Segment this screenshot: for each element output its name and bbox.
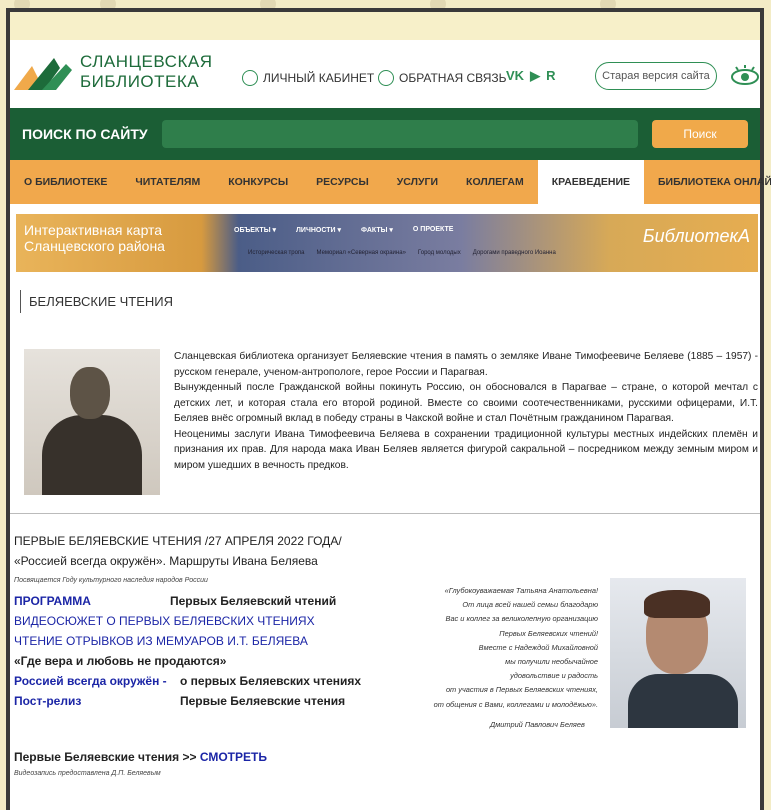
nav-local-history[interactable]: КРАЕВЕДЕНИЕ: [537, 160, 644, 204]
nav-resources[interactable]: РЕСУРСЫ: [302, 160, 383, 204]
phone-icon: [378, 70, 394, 86]
banner-menu: ОБЪЕКТЫ ▾ ЛИЧНОСТИ ▾ ФАКТЫ ▾ О ПРОЕКТЕ: [234, 226, 453, 234]
top-strip: [10, 12, 760, 40]
banner-link[interactable]: Историческая тропа: [248, 250, 305, 256]
accessibility-eye-icon[interactable]: [730, 64, 760, 86]
personal-cabinet-link[interactable]: ЛИЧНЫЙ КАБИНЕТ: [242, 70, 374, 86]
release-desc: Первые Беляевские чтения: [180, 694, 346, 708]
banner-title-line1: Интерактивная карта: [24, 222, 163, 238]
logo-icon[interactable]: [14, 56, 74, 92]
search-button[interactable]: Поиск: [652, 120, 748, 148]
banner-menu-objects[interactable]: ОБЪЕКТЫ ▾: [234, 226, 276, 234]
banner-link[interactable]: Город молодых: [418, 250, 461, 256]
portrait-body: [42, 415, 142, 495]
watch-link[interactable]: СМОТРЕТЬ: [200, 750, 267, 764]
program-desc-row: Первых Беляевский чтений: [170, 594, 336, 608]
banner-links: Историческая тропа Мемориал «Северная ок…: [248, 250, 556, 256]
quote-line: Вас и коллег за великолепную организацию: [445, 614, 598, 624]
intro-paragraph: Неоценимы заслуги Ивана Тимофеевича Беля…: [174, 428, 758, 471]
dmitry-belyaev-photo: [610, 578, 746, 728]
readings-title: ПЕРВЫЕ БЕЛЯЕВСКИЕ ЧТЕНИЯ /27 АПРЕЛЯ 2022…: [14, 534, 342, 548]
russia-desc-row: о первых Беляевских чтениях: [180, 674, 361, 688]
quote-line: от общения с Вами, коллегами и молодёжью…: [433, 699, 598, 709]
banner-brand: БиблиотекА: [642, 226, 750, 246]
logo-line2: БИБЛИОТЕКА: [80, 72, 200, 91]
rutube-icon[interactable]: R: [546, 68, 555, 84]
banner-title-line2: Сланцевского района: [24, 238, 165, 254]
quote-line: удовольствие и радость: [510, 671, 598, 681]
search-input[interactable]: [161, 120, 638, 148]
quote-line: Первых Беляевских чтений!: [499, 628, 598, 638]
russia-row: Россией всегда окружён -: [14, 674, 167, 688]
program-link[interactable]: ПРОГРАММА: [14, 594, 91, 608]
logo-line1: СЛАНЦЕВСКАЯ: [80, 52, 213, 71]
banner-menu-facts[interactable]: ФАКТЫ ▾: [361, 226, 393, 234]
video-link[interactable]: ВИДЕОСЮЖЕТ О ПЕРВЫХ БЕЛЯЕВСКИХ ЧТЕНИЯХ: [14, 614, 315, 628]
search-bar: ПОИСК ПО САЙТУ Поиск: [10, 108, 760, 160]
nav-contests[interactable]: КОНКУРСЫ: [214, 160, 302, 204]
nav-services[interactable]: УСЛУГИ: [383, 160, 452, 204]
vk-icon[interactable]: VK: [506, 68, 524, 84]
banner-title: Интерактивная карта Сланцевского района: [24, 222, 165, 254]
intro-paragraph: Сланцевская библиотека организует Беляев…: [174, 351, 758, 378]
program-desc: Первых Беляевский чтений: [170, 594, 337, 608]
old-site-button[interactable]: Старая версия сайта: [595, 62, 717, 90]
readings-section: ПЕРВЫЕ БЕЛЯЕВСКИЕ ЧТЕНИЯ /27 АПРЕЛЯ 2022…: [10, 514, 760, 810]
nav-about[interactable]: О БИБЛИОТЕКЕ: [10, 160, 121, 204]
nav-readers[interactable]: ЧИТАТЕЛЯМ: [121, 160, 214, 204]
faith-text: «Где вера и любовь не продаются»: [14, 654, 227, 668]
site-header: СЛАНЦЕВСКАЯ БИБЛИОТЕКА ЛИЧНЫЙ КАБИНЕТ ОБ…: [10, 40, 760, 108]
page-title: БЕЛЯЕВСКИЕ ЧТЕНИЯ: [20, 290, 760, 313]
user-icon: [242, 70, 258, 86]
page-frame: СЛАНЦЕВСКАЯ БИБЛИОТЕКА ЛИЧНЫЙ КАБИНЕТ ОБ…: [6, 8, 771, 810]
watch-text: Первые Беляевские чтения >>: [14, 750, 200, 764]
quote-author: Дмитрий Павлович Беляев: [490, 720, 585, 729]
logo-text[interactable]: СЛАНЦЕВСКАЯ БИБЛИОТЕКА: [80, 52, 212, 92]
feedback-link[interactable]: ОБРАТНАЯ СВЯЗЬ: [378, 70, 507, 86]
intro-text: Сланцевская библиотека организует Беляев…: [174, 349, 758, 495]
youtube-icon[interactable]: ▶: [530, 68, 540, 84]
release-link[interactable]: Пост-релиз: [14, 694, 81, 708]
feedback-label: ОБРАТНАЯ СВЯЗЬ: [399, 71, 507, 85]
photo-hair: [644, 590, 710, 618]
belyaev-portrait-image: [24, 349, 160, 495]
release-row: Пост-релиз: [14, 694, 81, 708]
russia-desc: о первых Беляевских чтениях: [180, 674, 362, 688]
banner-link[interactable]: Дорогами праведного Иоанна: [473, 250, 556, 256]
watch-row: Первые Беляевские чтения >> СМОТРЕТЬ: [14, 750, 267, 764]
release-desc-row: Первые Беляевские чтения: [180, 694, 345, 708]
banner-menu-persons[interactable]: ЛИЧНОСТИ ▾: [296, 226, 341, 234]
intro-block: Сланцевская библиотека организует Беляев…: [24, 349, 760, 495]
main-nav: О БИБЛИОТЕКЕ ЧИТАТЕЛЯМ КОНКУРСЫ РЕСУРСЫ …: [10, 160, 771, 204]
video-credit: Видеозапись предоставлена Д.П. Беляевым: [14, 770, 161, 777]
readings-subtitle: «Россией всегда окружён». Маршруты Ивана…: [14, 554, 318, 568]
nav-colleagues[interactable]: КОЛЛЕГАМ: [452, 160, 538, 204]
faith-row: «Где вера и любовь не продаются»: [14, 654, 226, 668]
nav-library-online[interactable]: БИБЛИОТЕКА ОНЛАЙН: [644, 160, 771, 204]
search-label: ПОИСК ПО САЙТУ: [22, 126, 148, 142]
banner-link[interactable]: Мемориал «Северная окраина»: [317, 250, 406, 256]
thanks-quote: «Глубокоуважаемая Татьяна Анатольевна! О…: [408, 584, 598, 712]
quote-line: Вместе с Надеждой Михайловной: [478, 642, 598, 652]
russia-link[interactable]: Россией всегда окружён -: [14, 674, 167, 688]
quote-line: мы получили необычайное: [505, 657, 598, 667]
quote-line: «Глубокоуважаемая Татьяна Анатольевна!: [444, 586, 598, 595]
personal-cabinet-label: ЛИЧНЫЙ КАБИНЕТ: [263, 71, 375, 85]
intro-paragraph: Вынужденный после Гражданской войны поки…: [174, 382, 758, 424]
social-links: VK ▶ R: [506, 68, 555, 84]
dedication-note: Посвящается Году культурного наследия на…: [14, 577, 208, 584]
memoir-link[interactable]: ЧТЕНИЕ ОТРЫВКОВ ИЗ МЕМУАРОВ И.Т. БЕЛЯЕВА: [14, 634, 308, 648]
interactive-map-banner[interactable]: Интерактивная карта Сланцевского района …: [16, 214, 758, 272]
quote-line: от участия в Первых Беляевских чтениях,: [445, 685, 598, 695]
banner-menu-about[interactable]: О ПРОЕКТЕ: [413, 226, 454, 234]
portrait-head: [70, 367, 110, 419]
quote-line: От лица всей нашей семьи благодарю: [462, 600, 598, 610]
program-row: ПРОГРАММА: [14, 594, 91, 608]
photo-body: [628, 674, 738, 728]
